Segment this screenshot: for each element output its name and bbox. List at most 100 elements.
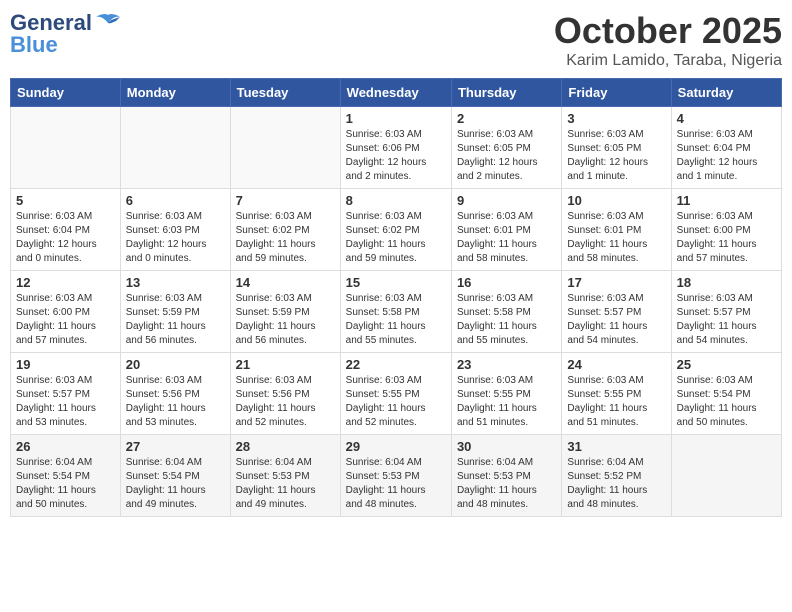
calendar-day-cell: 7Sunrise: 6:03 AM Sunset: 6:02 PM Daylig… <box>230 189 340 271</box>
day-number: 5 <box>16 193 115 208</box>
calendar-day-cell: 21Sunrise: 6:03 AM Sunset: 5:56 PM Dayli… <box>230 353 340 435</box>
day-info: Sunrise: 6:03 AM Sunset: 6:00 PM Dayligh… <box>677 210 776 266</box>
day-number: 23 <box>457 357 556 372</box>
day-number: 13 <box>126 275 225 290</box>
day-number: 16 <box>457 275 556 290</box>
col-header-thursday: Thursday <box>451 79 561 107</box>
day-number: 24 <box>567 357 665 372</box>
day-info: Sunrise: 6:03 AM Sunset: 5:55 PM Dayligh… <box>567 374 665 430</box>
page-header: General Blue October 2025 Karim Lamido, … <box>10 10 782 70</box>
day-number: 22 <box>346 357 446 372</box>
location-subtitle: Karim Lamido, Taraba, Nigeria <box>554 52 782 70</box>
day-number: 20 <box>126 357 225 372</box>
calendar-day-cell: 17 Sunrise: 6:03 AM Sunset: 5:57 PM Dayli… <box>562 271 671 353</box>
day-number: 4 <box>677 111 776 126</box>
day-info: Sunrise: 6:03 AM Sunset: 5:57 PM Dayligh… <box>16 374 115 430</box>
day-info: Sunrise: 6:03 AM Sunset: 5:55 PM Dayligh… <box>457 374 556 430</box>
day-number: 12 <box>16 275 115 290</box>
day-info: Sunrise: 6:03 AM Sunset: 5:59 PM Dayligh… <box>126 292 225 348</box>
day-number: 6 <box>126 193 225 208</box>
calendar-day-cell: 10 Sunrise: 6:03 AM Sunset: 6:01 PM Dayli… <box>562 189 671 271</box>
calendar-day-cell <box>230 107 340 189</box>
calendar-day-cell: 19 Sunrise: 6:03 AM Sunset: 5:57 PM Dayli… <box>11 353 121 435</box>
day-info: Sunrise: 6:03 AM Sunset: 5:56 PM Dayligh… <box>236 374 335 430</box>
calendar-day-cell: 6 Sunrise: 6:03 AM Sunset: 6:03 PM Daylig… <box>120 189 230 271</box>
calendar-day-cell <box>11 107 121 189</box>
calendar-day-cell: 31Sunrise: 6:04 AM Sunset: 5:52 PM Dayli… <box>562 435 671 517</box>
calendar-day-cell: 11Sunrise: 6:03 AM Sunset: 6:00 PM Dayli… <box>671 189 781 271</box>
day-info: Sunrise: 6:03 AM Sunset: 5:57 PM Dayligh… <box>567 292 665 348</box>
calendar-day-cell: 27 Sunrise: 6:04 AM Sunset: 5:54 PM Dayli… <box>120 435 230 517</box>
calendar-day-cell: 25Sunrise: 6:03 AM Sunset: 5:54 PM Dayli… <box>671 353 781 435</box>
col-header-saturday: Saturday <box>671 79 781 107</box>
day-info: Sunrise: 6:04 AM Sunset: 5:53 PM Dayligh… <box>236 456 335 512</box>
day-number: 14 <box>236 275 335 290</box>
day-info: Sunrise: 6:03 AM Sunset: 6:05 PM Dayligh… <box>457 128 556 184</box>
calendar-day-cell: 28Sunrise: 6:04 AM Sunset: 5:53 PM Dayli… <box>230 435 340 517</box>
day-number: 2 <box>457 111 556 126</box>
calendar-day-cell: 22 Sunrise: 6:03 AM Sunset: 5:55 PM Dayli… <box>340 353 451 435</box>
calendar-day-cell: 1 Sunrise: 6:03 AM Sunset: 6:06 PM Daylig… <box>340 107 451 189</box>
col-header-sunday: Sunday <box>11 79 121 107</box>
calendar-day-cell: 13 Sunrise: 6:03 AM Sunset: 5:59 PM Dayli… <box>120 271 230 353</box>
day-number: 29 <box>346 439 446 454</box>
calendar-day-cell: 20 Sunrise: 6:03 AM Sunset: 5:56 PM Dayli… <box>120 353 230 435</box>
calendar-day-cell: 8 Sunrise: 6:03 AM Sunset: 6:02 PM Daylig… <box>340 189 451 271</box>
calendar-day-cell: 24 Sunrise: 6:03 AM Sunset: 5:55 PM Dayli… <box>562 353 671 435</box>
calendar-day-cell: 5 Sunrise: 6:03 AM Sunset: 6:04 PM Daylig… <box>11 189 121 271</box>
day-info: Sunrise: 6:03 AM Sunset: 6:01 PM Dayligh… <box>457 210 556 266</box>
day-info: Sunrise: 6:03 AM Sunset: 5:55 PM Dayligh… <box>346 374 446 430</box>
month-year-title: October 2025 <box>554 10 782 52</box>
logo-bird-icon <box>94 13 122 33</box>
calendar-day-cell: 9 Sunrise: 6:03 AM Sunset: 6:01 PM Daylig… <box>451 189 561 271</box>
logo: General Blue <box>10 10 122 58</box>
calendar-week-row: 19 Sunrise: 6:03 AM Sunset: 5:57 PM Dayli… <box>11 353 782 435</box>
day-number: 27 <box>126 439 225 454</box>
col-header-friday: Friday <box>562 79 671 107</box>
calendar-day-cell: 26Sunrise: 6:04 AM Sunset: 5:54 PM Dayli… <box>11 435 121 517</box>
day-info: Sunrise: 6:03 AM Sunset: 6:05 PM Dayligh… <box>567 128 665 184</box>
col-header-monday: Monday <box>120 79 230 107</box>
day-info: Sunrise: 6:04 AM Sunset: 5:53 PM Dayligh… <box>346 456 446 512</box>
day-info: Sunrise: 6:03 AM Sunset: 6:06 PM Dayligh… <box>346 128 446 184</box>
day-info: Sunrise: 6:04 AM Sunset: 5:54 PM Dayligh… <box>126 456 225 512</box>
calendar-week-row: 26 Sunrise: 6:04 AM Sunset: 5:54 PM Dayli… <box>11 435 782 517</box>
day-info: Sunrise: 6:03 AM Sunset: 5:54 PM Dayligh… <box>677 374 776 430</box>
day-number: 30 <box>457 439 556 454</box>
calendar-day-cell: 2 Sunrise: 6:03 AM Sunset: 6:05 PM Daylig… <box>451 107 561 189</box>
calendar-day-cell: 16 Sunrise: 6:03 AM Sunset: 5:58 PM Dayli… <box>451 271 561 353</box>
title-section: October 2025 Karim Lamido, Taraba, Niger… <box>554 10 782 70</box>
day-info: Sunrise: 6:03 AM Sunset: 6:04 PM Dayligh… <box>677 128 776 184</box>
day-info: Sunrise: 6:03 AM Sunset: 5:59 PM Dayligh… <box>236 292 335 348</box>
calendar-day-cell: 23 Sunrise: 6:03 AM Sunset: 5:55 PM Dayli… <box>451 353 561 435</box>
calendar-day-cell <box>671 435 781 517</box>
day-number: 26 <box>16 439 115 454</box>
day-info: Sunrise: 6:04 AM Sunset: 5:52 PM Dayligh… <box>567 456 665 512</box>
calendar-header-row: SundayMondayTuesdayWednesdayThursdayFrid… <box>11 79 782 107</box>
day-info: Sunrise: 6:03 AM Sunset: 5:56 PM Dayligh… <box>126 374 225 430</box>
day-info: Sunrise: 6:03 AM Sunset: 6:04 PM Dayligh… <box>16 210 115 266</box>
day-info: Sunrise: 6:03 AM Sunset: 6:02 PM Dayligh… <box>346 210 446 266</box>
day-number: 8 <box>346 193 446 208</box>
day-info: Sunrise: 6:03 AM Sunset: 5:57 PM Dayligh… <box>677 292 776 348</box>
calendar-table: SundayMondayTuesdayWednesdayThursdayFrid… <box>10 78 782 517</box>
calendar-week-row: 5 Sunrise: 6:03 AM Sunset: 6:04 PM Daylig… <box>11 189 782 271</box>
col-header-tuesday: Tuesday <box>230 79 340 107</box>
calendar-day-cell <box>120 107 230 189</box>
day-info: Sunrise: 6:03 AM Sunset: 6:00 PM Dayligh… <box>16 292 115 348</box>
day-number: 19 <box>16 357 115 372</box>
day-number: 10 <box>567 193 665 208</box>
day-number: 3 <box>567 111 665 126</box>
day-info: Sunrise: 6:03 AM Sunset: 6:01 PM Dayligh… <box>567 210 665 266</box>
day-info: Sunrise: 6:03 AM Sunset: 5:58 PM Dayligh… <box>346 292 446 348</box>
day-info: Sunrise: 6:03 AM Sunset: 5:58 PM Dayligh… <box>457 292 556 348</box>
logo-blue: Blue <box>10 32 58 58</box>
day-info: Sunrise: 6:04 AM Sunset: 5:53 PM Dayligh… <box>457 456 556 512</box>
day-number: 9 <box>457 193 556 208</box>
day-info: Sunrise: 6:03 AM Sunset: 6:03 PM Dayligh… <box>126 210 225 266</box>
col-header-wednesday: Wednesday <box>340 79 451 107</box>
day-number: 1 <box>346 111 446 126</box>
calendar-day-cell: 4 Sunrise: 6:03 AM Sunset: 6:04 PM Daylig… <box>671 107 781 189</box>
day-number: 7 <box>236 193 335 208</box>
day-number: 17 <box>567 275 665 290</box>
